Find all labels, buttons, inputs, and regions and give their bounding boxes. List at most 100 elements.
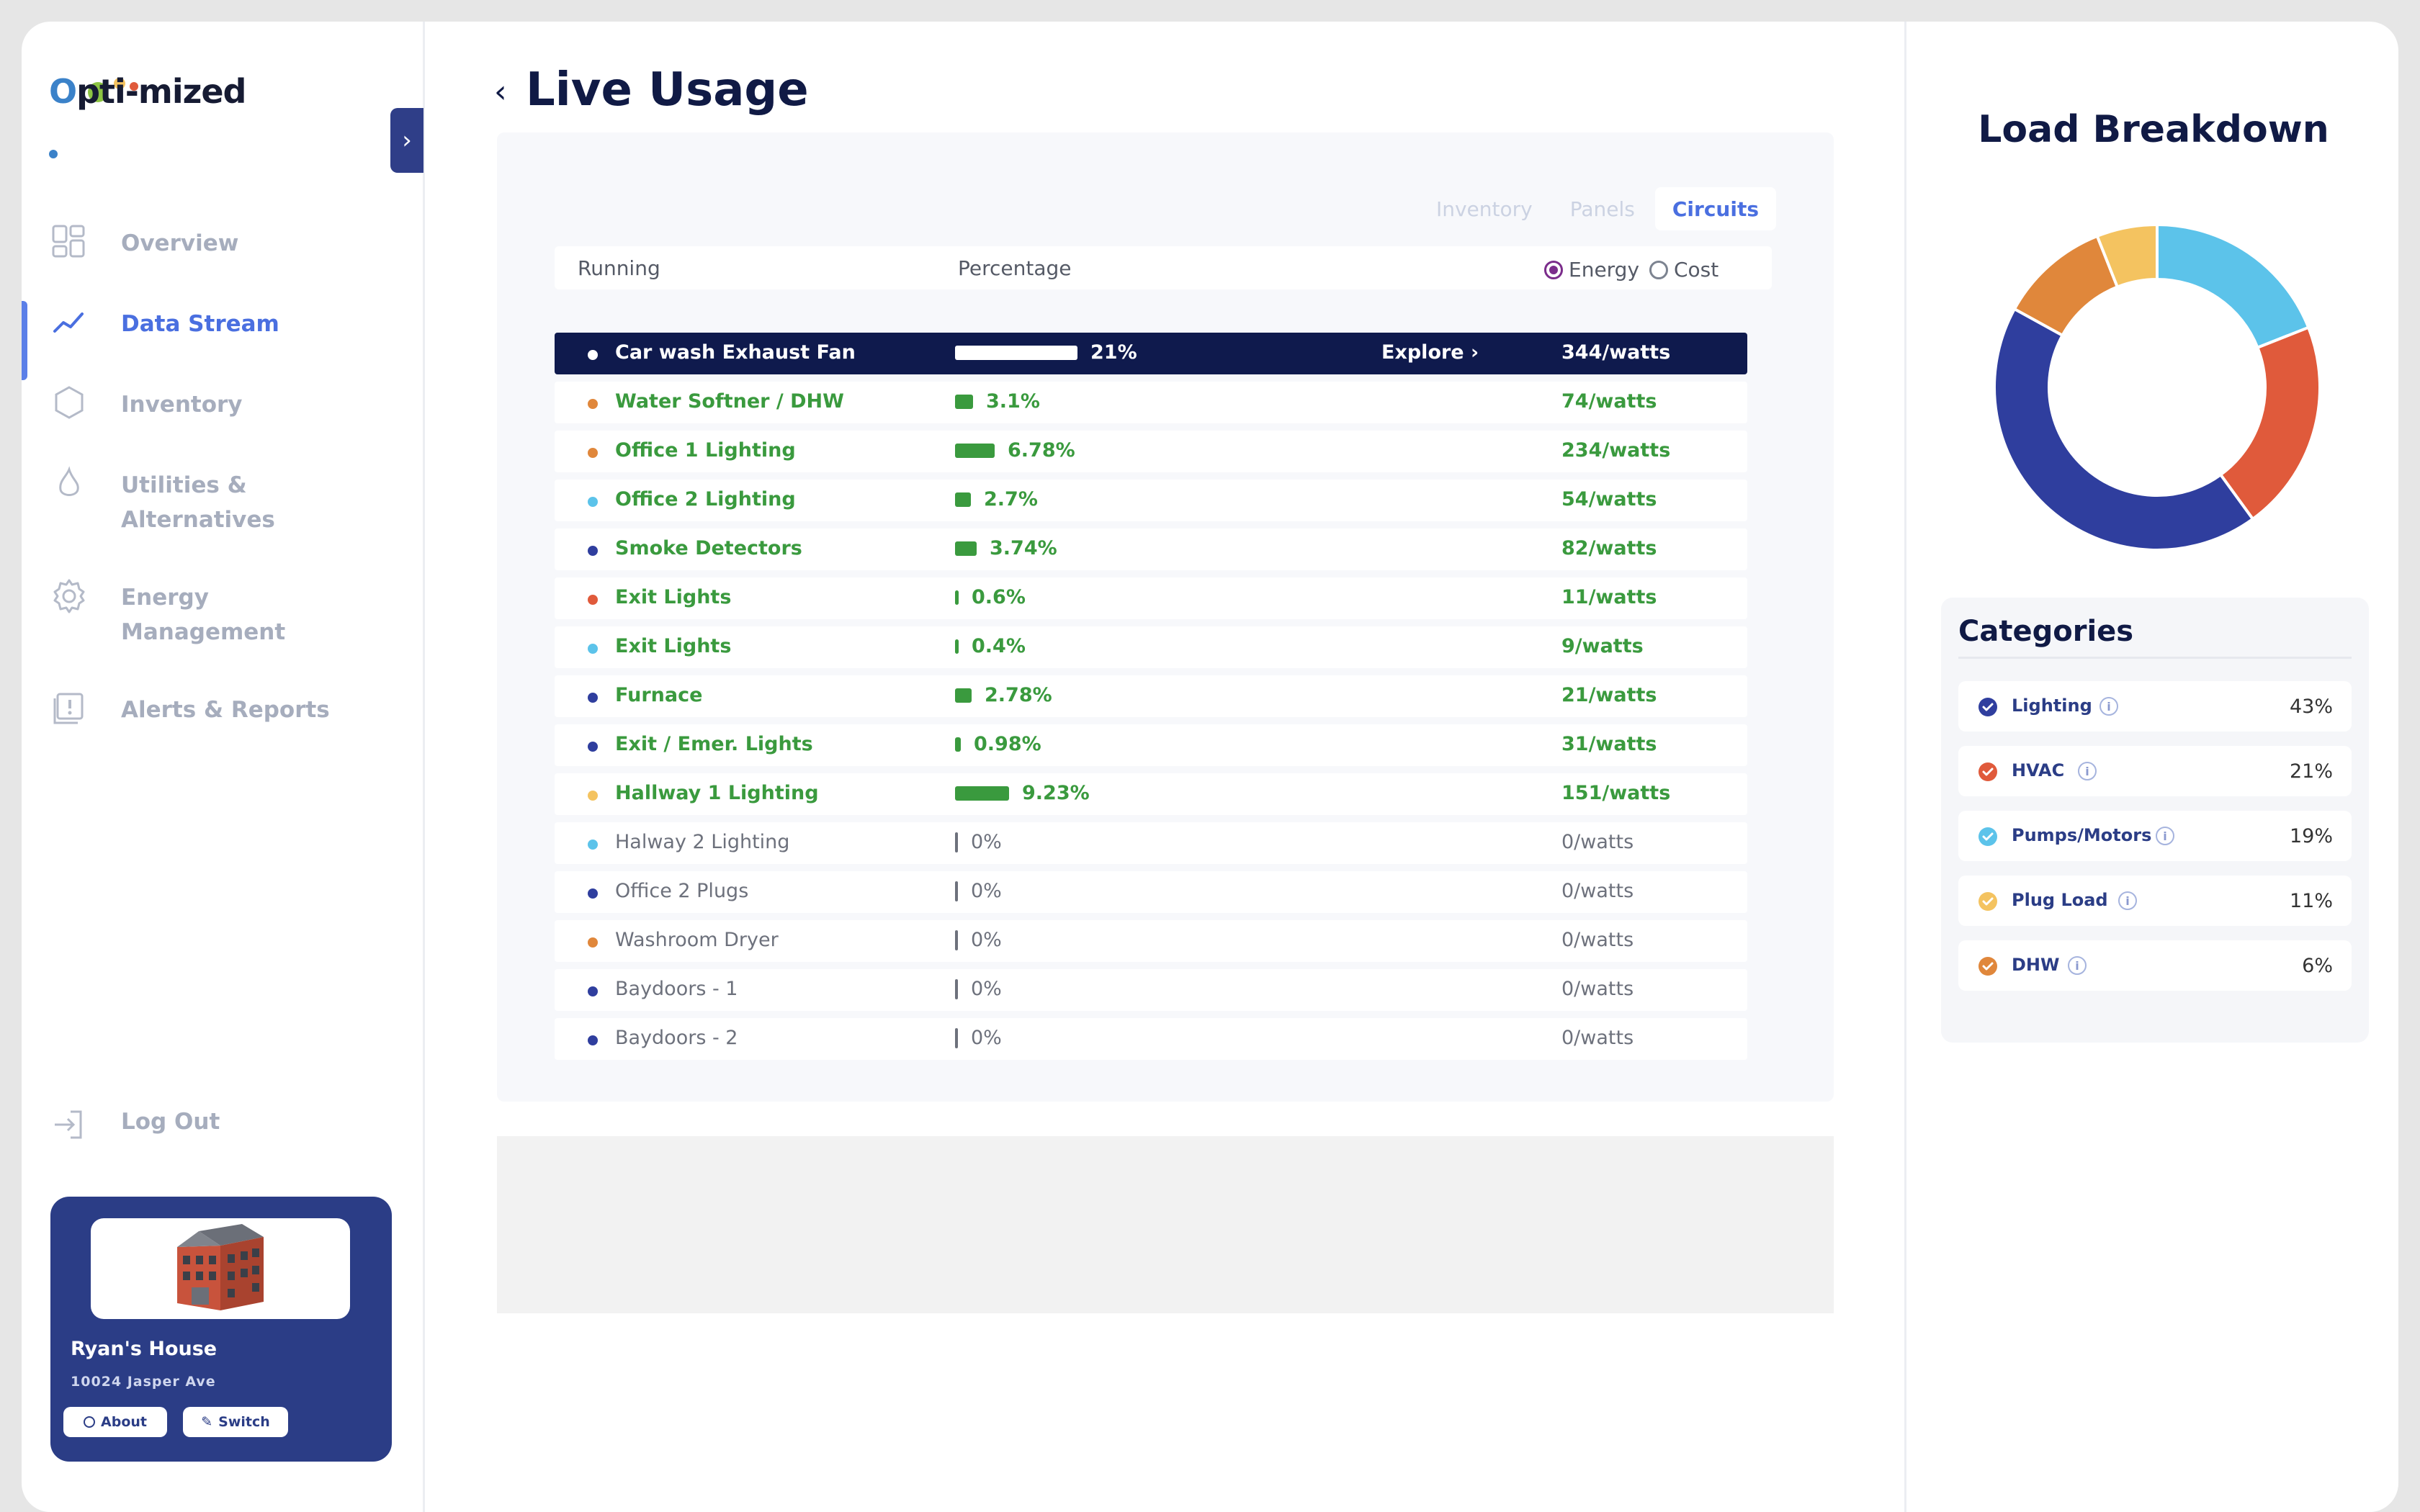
watts-value: 11/watts xyxy=(1561,586,1657,608)
table-row[interactable]: Baydoors - 1 0% 0/watts xyxy=(555,969,1747,1011)
table-row[interactable]: Office 2 Plugs 0% 0/watts xyxy=(555,871,1747,913)
percentage-value: 3.74% xyxy=(990,537,1057,559)
status-dot xyxy=(588,986,598,996)
percentage-value: 0.98% xyxy=(974,733,1041,755)
table-row[interactable]: Exit / Emer. Lights 0.98% 31/watts xyxy=(555,724,1747,766)
table-row[interactable]: Hallway 1 Lighting 9.23% 151/watts xyxy=(555,773,1747,815)
sidebar-item-label: Alerts & Reports xyxy=(121,697,330,723)
percentage-value: 21% xyxy=(1090,341,1137,364)
table-row[interactable]: Furnace 2.78% 21/watts xyxy=(555,675,1747,717)
percentage-bar xyxy=(955,930,958,950)
table-row[interactable]: Exit Lights 0.6% 11/watts xyxy=(555,577,1747,619)
percentage-value: 0.4% xyxy=(972,635,1026,657)
table-row[interactable]: Baydoors - 2 0% 0/watts xyxy=(555,1018,1747,1060)
table-row[interactable]: Water Softner / DHW 3.1% 74/watts xyxy=(555,382,1747,423)
chevron-right-icon: › xyxy=(402,126,412,155)
view-tabs: Inventory Panels Circuits xyxy=(1419,187,1776,230)
category-row[interactable]: DHW i 6% xyxy=(1958,940,2352,991)
energy-radio[interactable]: Energy xyxy=(1544,258,1639,282)
sidebar-item-label: Inventory xyxy=(121,392,243,418)
tab-circuits[interactable]: Circuits xyxy=(1654,187,1776,230)
status-dot xyxy=(588,448,598,458)
circuit-name: Office 1 Lighting xyxy=(615,439,796,462)
status-dot xyxy=(588,644,598,654)
category-row[interactable]: HVAC i 21% xyxy=(1958,746,2352,796)
explore-link[interactable]: Explore › xyxy=(1381,341,1479,364)
circuit-name: Washroom Dryer xyxy=(615,929,779,951)
percentage-value: 0% xyxy=(971,929,1002,951)
circuit-name: Office 2 Plugs xyxy=(615,880,749,902)
info-icon[interactable]: i xyxy=(2099,697,2118,716)
brand-rest: pti-mized xyxy=(76,72,246,111)
status-dot xyxy=(588,840,598,850)
percentage-bar xyxy=(955,786,1009,801)
house-name: Ryan's House xyxy=(71,1338,218,1360)
cost-radio[interactable]: Cost xyxy=(1649,258,1718,282)
info-icon[interactable]: i xyxy=(2068,956,2087,975)
sidebar-item-label: Energy Management xyxy=(121,585,286,645)
check-circle-icon[interactable] xyxy=(1978,827,1997,846)
category-row[interactable]: Plug Load i 11% xyxy=(1958,876,2352,926)
watts-value: 151/watts xyxy=(1561,782,1671,804)
watts-value: 74/watts xyxy=(1561,390,1657,413)
house-card: Ryan's House 10024 Jasper Ave About ✎ Sw… xyxy=(50,1197,392,1462)
table-row[interactable]: Smoke Detectors 3.74% 82/watts xyxy=(555,528,1747,570)
percentage-bar xyxy=(955,639,959,654)
percentage-bar xyxy=(955,444,995,458)
load-breakdown-title: Load Breakdown xyxy=(1978,108,2329,151)
table-row[interactable]: Office 2 Lighting 2.7% 54/watts xyxy=(555,480,1747,521)
table-row[interactable]: Halway 2 Lighting 0% 0/watts xyxy=(555,822,1747,864)
donut-slice-lighting[interactable] xyxy=(1993,307,2255,552)
category-percentage: 6% xyxy=(2302,955,2333,977)
logout-label: Log Out xyxy=(121,1109,220,1135)
sidebar-item-label: Utilities & Alternatives xyxy=(121,472,275,533)
watts-value: 31/watts xyxy=(1561,733,1657,755)
percentage-bar xyxy=(955,492,971,507)
about-button[interactable]: About xyxy=(63,1407,167,1437)
collapse-sidebar-button[interactable]: › xyxy=(390,108,424,173)
header-running: Running xyxy=(578,256,660,280)
back-chevron-icon[interactable]: ‹ xyxy=(494,73,507,110)
info-icon[interactable]: i xyxy=(2156,827,2174,845)
check-circle-icon[interactable] xyxy=(1978,957,1997,976)
percentage-bar xyxy=(955,832,958,852)
tab-inventory[interactable]: Inventory xyxy=(1419,187,1550,230)
pencil-icon: ✎ xyxy=(201,1414,213,1430)
sidebar: Opti-mized › Overview Data Stream Invent… xyxy=(22,22,425,1512)
about-label: About xyxy=(101,1414,147,1430)
sidebar-item-label: Data Stream xyxy=(121,311,279,337)
watts-value: 0/watts xyxy=(1561,880,1634,902)
switch-button[interactable]: ✎ Switch xyxy=(183,1407,288,1437)
watts-value: 234/watts xyxy=(1561,439,1671,462)
radio-empty-icon xyxy=(1649,260,1668,279)
tab-panels[interactable]: Panels xyxy=(1553,187,1652,230)
check-circle-icon[interactable] xyxy=(1978,892,1997,911)
donut-slice-hvac[interactable] xyxy=(2218,325,2321,521)
percentage-value: 0% xyxy=(971,880,1002,902)
percentage-bar xyxy=(955,395,973,409)
circuit-name: Exit / Emer. Lights xyxy=(615,733,813,755)
check-circle-icon[interactable] xyxy=(1978,698,1997,716)
info-icon[interactable]: i xyxy=(2078,762,2097,780)
category-row[interactable]: Lighting i 43% xyxy=(1958,681,2352,732)
energy-label: Energy xyxy=(1569,258,1640,282)
table-row[interactable]: Office 1 Lighting 6.78% 234/watts xyxy=(555,431,1747,472)
info-circle-icon xyxy=(84,1416,96,1428)
house-image xyxy=(91,1218,350,1319)
watts-value: 9/watts xyxy=(1561,635,1644,657)
category-row[interactable]: Pumps/Motors i 19% xyxy=(1958,811,2352,861)
donut-slice-pumps-motors[interactable] xyxy=(2156,222,2311,350)
info-icon[interactable]: i xyxy=(2118,891,2137,910)
table-header: Running Percentage Energy Cost xyxy=(555,246,1772,289)
table-row[interactable]: Exit Lights 0.4% 9/watts xyxy=(555,626,1747,668)
check-circle-icon[interactable] xyxy=(1978,762,1997,781)
watts-value: 0/watts xyxy=(1561,929,1634,951)
percentage-value: 0.6% xyxy=(972,586,1026,608)
percentage-bar xyxy=(955,541,977,556)
app-window: Opti-mized › Overview Data Stream Invent… xyxy=(22,22,2398,1512)
table-row[interactable]: Washroom Dryer 0% 0/watts xyxy=(555,920,1747,962)
percentage-bar xyxy=(955,881,958,901)
status-dot xyxy=(588,937,598,948)
category-name: Pumps/Motors xyxy=(2012,825,2152,845)
table-row[interactable]: Car wash Exhaust Fan 21% Explore › 344/watt… xyxy=(555,333,1747,374)
